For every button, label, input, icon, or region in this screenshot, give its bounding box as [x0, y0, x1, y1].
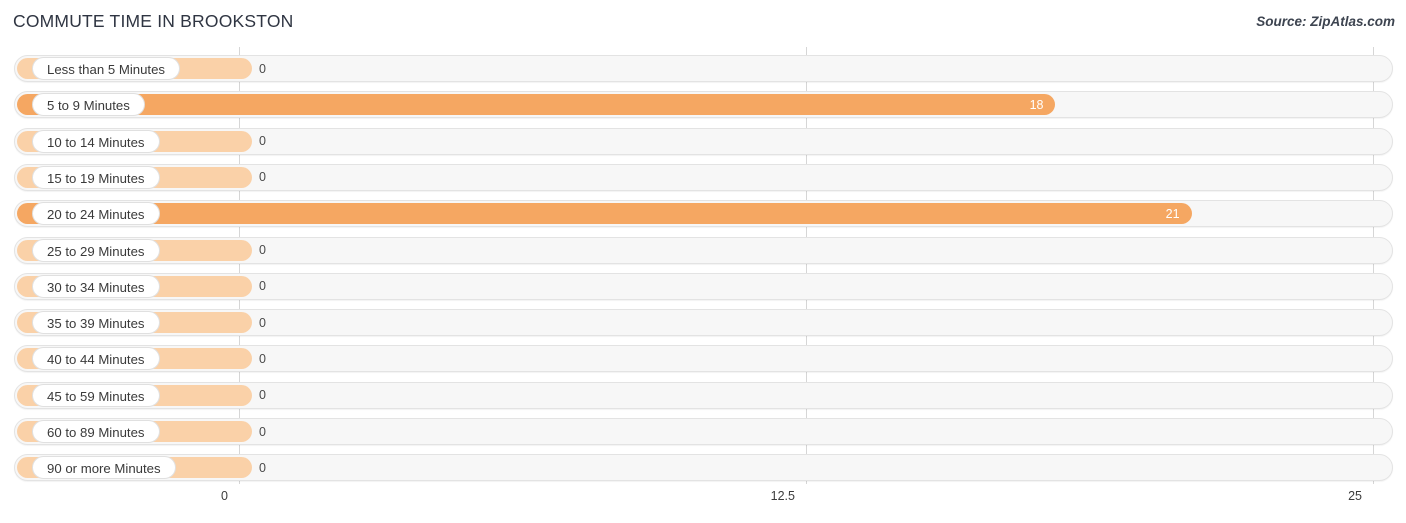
- bar-value-label: 0: [259, 460, 266, 475]
- bar[interactable]: 18: [17, 94, 1056, 116]
- bar-value-label: 0: [259, 134, 266, 149]
- bar-row[interactable]: 0 45 to 59 Minutes: [14, 381, 1393, 409]
- category-label: Less than 5 Minutes: [32, 57, 181, 80]
- bar-value-label: 0: [259, 315, 266, 330]
- axis-tick-label: 12.5: [770, 489, 795, 503]
- bar-value-label: 0: [259, 61, 266, 76]
- bar-row[interactable]: 0 30 to 34 Minutes: [14, 272, 1393, 300]
- page-title: COMMUTE TIME IN BROOKSTON: [13, 11, 294, 31]
- bar[interactable]: 21: [17, 203, 1192, 225]
- bar-value-label: 0: [259, 170, 266, 185]
- category-label: 60 to 89 Minutes: [32, 420, 160, 443]
- category-label: 20 to 24 Minutes: [32, 202, 160, 226]
- bar-row[interactable]: 0 60 to 89 Minutes: [14, 418, 1393, 445]
- category-label: 40 to 44 Minutes: [32, 347, 160, 371]
- category-label: 5 to 9 Minutes: [32, 93, 145, 117]
- bar-row[interactable]: 0 10 to 14 Minutes: [14, 127, 1393, 155]
- bar-value-label: 18: [1029, 97, 1044, 112]
- category-label: 35 to 39 Minutes: [32, 311, 160, 335]
- category-label: 90 or more Minutes: [32, 456, 176, 480]
- category-label: 15 to 19 Minutes: [32, 165, 160, 189]
- bar-row[interactable]: 0 15 to 19 Minutes: [14, 163, 1393, 191]
- bar-value-label: 0: [259, 351, 266, 366]
- bar-row[interactable]: 0 Less than 5 Minutes: [14, 55, 1393, 82]
- chart-header: COMMUTE TIME IN BROOKSTON Source: ZipAtl…: [0, 0, 1406, 44]
- bar-row[interactable]: 0 90 or more Minutes: [14, 454, 1393, 482]
- x-axis: 0 12.5 25: [0, 484, 1406, 523]
- bar-value-label: 0: [259, 243, 266, 257]
- bar-row[interactable]: 21 20 to 24 Minutes: [14, 200, 1393, 228]
- category-label: 10 to 14 Minutes: [32, 129, 160, 153]
- category-label: 25 to 29 Minutes: [32, 238, 160, 262]
- axis-tick-label: 0: [221, 489, 228, 503]
- bar-value-label: 0: [259, 388, 266, 403]
- bar-row[interactable]: 18 5 to 9 Minutes: [14, 91, 1393, 119]
- category-label: 45 to 59 Minutes: [32, 383, 160, 407]
- bar-row[interactable]: 0 25 to 29 Minutes: [14, 236, 1393, 264]
- bar-row[interactable]: 0 35 to 39 Minutes: [14, 309, 1393, 337]
- chart-plot-area: 0 Less than 5 Minutes 18 5 to 9 Minutes 0 10 …: [0, 44, 1406, 484]
- bar-row[interactable]: 0 40 to 44 Minutes: [14, 345, 1393, 373]
- bar-value-label: 0: [259, 424, 266, 439]
- category-label: 30 to 34 Minutes: [32, 274, 160, 298]
- bar-value-label: 0: [259, 279, 266, 294]
- bar-value-label: 21: [1165, 206, 1180, 221]
- source-attribution: Source: ZipAtlas.com: [1256, 14, 1395, 29]
- axis-tick-label: 25: [1348, 489, 1362, 503]
